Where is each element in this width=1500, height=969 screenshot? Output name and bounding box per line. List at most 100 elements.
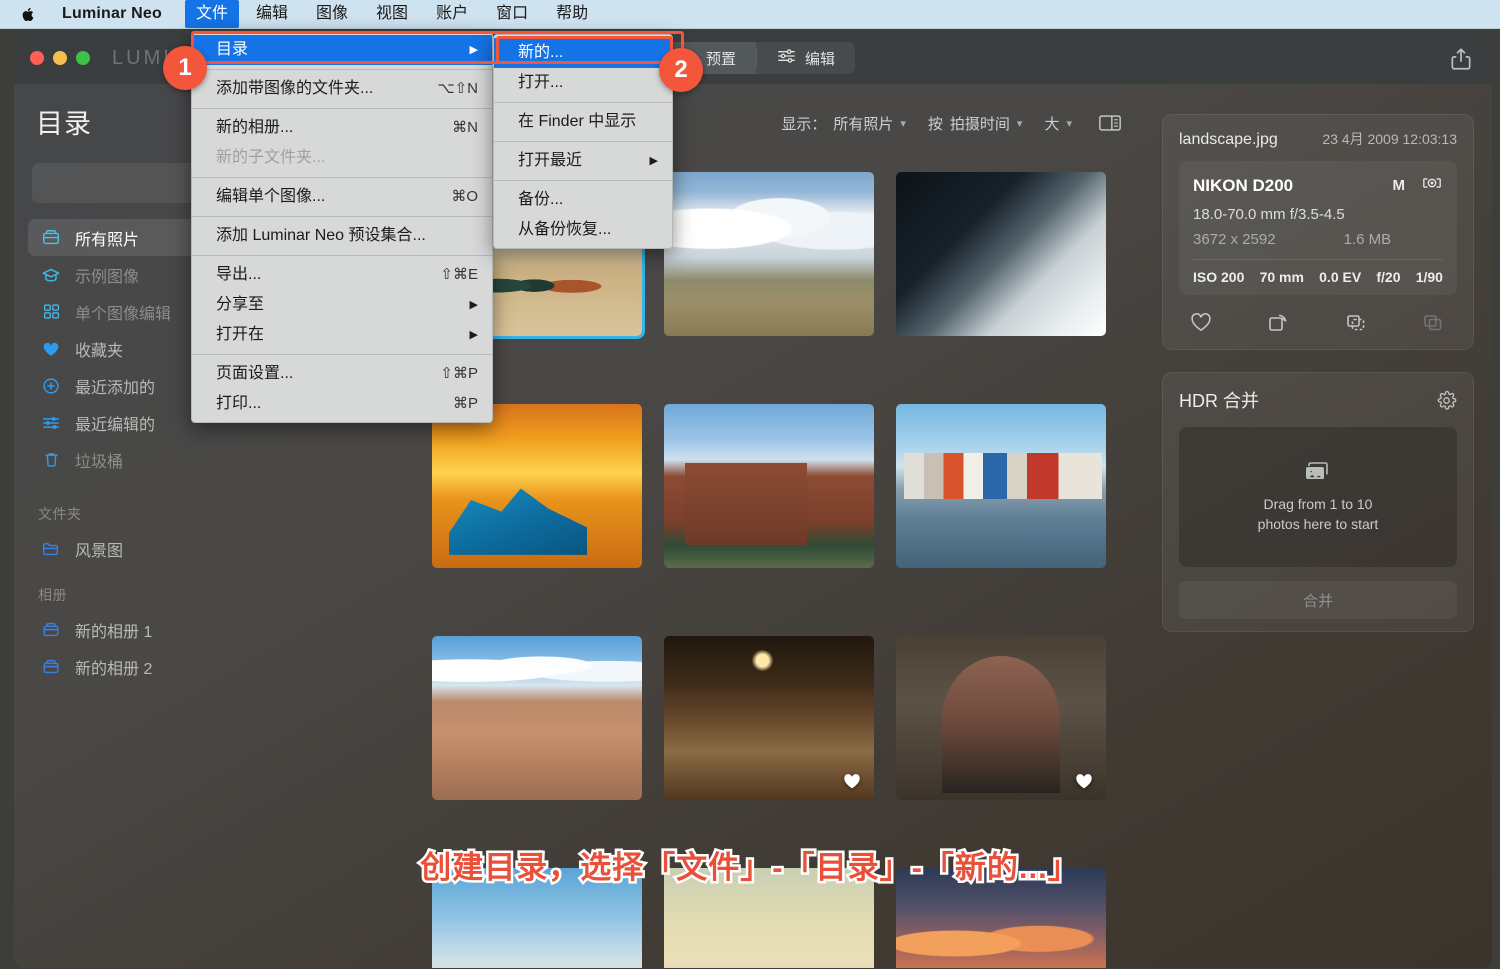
split-view-icon[interactable] (1098, 113, 1122, 133)
photo-thumbnail[interactable] (896, 636, 1106, 800)
hdr-merge-button[interactable]: 合并 (1179, 581, 1457, 619)
menu-item-new-album[interactable]: 新的相册... ⌘N (192, 113, 492, 143)
menu-item-catalog[interactable]: 目录 ▶ (192, 35, 492, 65)
menu-item-label: 打印... (216, 393, 261, 415)
menu-item-label: 添加带图像的文件夹... (216, 78, 373, 100)
sidebar-item-label: 垃圾桶 (75, 448, 123, 472)
menu-separator (494, 180, 672, 181)
catalog-icon (40, 227, 62, 249)
image-file-size: 1.6 MB (1344, 231, 1392, 248)
photo-thumbnail[interactable] (896, 404, 1106, 568)
catalog-submenu-dropdown[interactable]: 新的... 打开... 在 Finder 中显示 打开最近 ▶ 备份... 从备… (493, 34, 673, 249)
menu-item-label: 新的子文件夹... (216, 147, 325, 169)
photo-thumbnail[interactable] (432, 636, 642, 800)
minimize-button[interactable] (53, 51, 67, 65)
hdr-merge-card: HDR 合并 Drag from 1 to 10 photos here to … (1162, 372, 1474, 632)
photo-image (432, 636, 642, 800)
submenu-arrow-icon: ▶ (470, 294, 478, 316)
menu-item-add-preset-collection[interactable]: 添加 Luminar Neo 预设集合... (192, 221, 492, 251)
submenu-item-new[interactable]: 新的... (494, 38, 672, 68)
tab-edit[interactable]: 编辑 (757, 42, 855, 74)
heart-outline-icon[interactable] (1189, 311, 1215, 335)
filter-sort-prefix: 按 (928, 113, 943, 134)
submenu-item-open[interactable]: 打开... (494, 68, 672, 98)
camera-mode-group: M (1393, 173, 1444, 198)
menu-item-label: 打开最近 (518, 150, 582, 172)
camera-icon (1421, 173, 1443, 198)
sidebar-album-2[interactable]: 新的相册 2 (28, 648, 406, 685)
menubar-item-account[interactable]: 账户 (425, 0, 479, 28)
menu-item-shortcut: ⌘P (453, 393, 478, 415)
chevron-down-icon: ▾ (900, 117, 906, 130)
menubar-item-view[interactable]: 视图 (365, 0, 419, 28)
hdr-dropzone-line2: photos here to start (1258, 516, 1379, 532)
menu-item-label: 新的相册... (216, 117, 293, 139)
menu-item-add-folder-with-images[interactable]: 添加带图像的文件夹... ⌥⇧N (192, 74, 492, 104)
photo-thumbnail[interactable] (896, 172, 1106, 336)
menu-item-label: 导出... (216, 264, 261, 286)
photo-thumbnail[interactable] (664, 404, 874, 568)
sidebar-item-trash[interactable]: 垃圾桶 (28, 441, 406, 478)
rotate-icon[interactable] (1266, 311, 1292, 335)
menu-item-open-in[interactable]: 打开在 ▶ (192, 320, 492, 350)
sidebar-item-label: 所有照片 (75, 226, 139, 250)
menu-item-label: 打开在 (216, 324, 264, 346)
annotation-badge-label: 2 (674, 56, 687, 84)
filter-show[interactable]: 显示： 所有照片 ▾ (781, 113, 906, 134)
gear-icon[interactable] (1436, 390, 1457, 411)
submenu-arrow-icon: ▶ (470, 39, 478, 61)
filter-size[interactable]: 大 ▾ (1044, 113, 1072, 134)
hdr-dropzone-text: Drag from 1 to 10 photos here to start (1258, 494, 1379, 534)
menu-item-edit-single-image[interactable]: 编辑单个图像... ⌘O (192, 182, 492, 212)
exif-shutter-speed: 1/90 (1416, 269, 1443, 285)
photo-thumbnail[interactable] (664, 172, 874, 336)
menu-item-shortcut: ⌘O (451, 186, 478, 208)
exif-aperture: f/20 (1376, 269, 1400, 285)
photo-thumbnail[interactable] (432, 404, 642, 568)
menubar-item-image[interactable]: 图像 (305, 0, 359, 28)
menubar-item-file[interactable]: 文件 (185, 0, 239, 28)
menu-item-export[interactable]: 导出... ⇧⌘E (192, 260, 492, 290)
menubar-item-help[interactable]: 帮助 (545, 0, 599, 28)
menu-item-label: 备份... (518, 189, 563, 211)
exif-values-row: ISO 200 70 mm 0.0 EV f/20 1/90 (1193, 269, 1443, 285)
submenu-item-backup[interactable]: 备份... (494, 185, 672, 215)
sliders-icon (777, 48, 796, 68)
camera-row: NIKON D200 M (1193, 173, 1443, 198)
annotation-badge-label: 1 (178, 54, 191, 82)
menubar-app-name: Luminar Neo (62, 5, 162, 23)
menu-separator (192, 255, 492, 256)
photos-stack-icon (1303, 460, 1333, 484)
photo-thumbnail[interactable] (664, 636, 874, 800)
menu-item-page-setup[interactable]: 页面设置... ⇧⌘P (192, 359, 492, 389)
menu-item-print[interactable]: 打印... ⌘P (192, 389, 492, 419)
sidebar-album-1[interactable]: 新的相册 1 (28, 611, 406, 648)
submenu-arrow-icon: ▶ (650, 150, 658, 172)
menu-separator (192, 216, 492, 217)
filter-sort[interactable]: 按 拍摄时间 ▾ (928, 113, 1023, 134)
hdr-dropzone[interactable]: Drag from 1 to 10 photos here to start (1179, 427, 1457, 567)
menu-item-shortcut: ⌥⇧N (437, 78, 478, 100)
sidebar-folder-landscape[interactable]: 风景图 (28, 530, 406, 567)
image-dimensions: 3672 x 2592 (1193, 231, 1276, 248)
folder-icon (40, 538, 62, 560)
sliders-icon (40, 412, 62, 434)
favorite-heart-icon[interactable] (842, 771, 862, 790)
hdr-merge-button-label: 合并 (1303, 590, 1333, 611)
close-button[interactable] (30, 51, 44, 65)
submenu-item-restore-from-backup[interactable]: 从备份恢复... (494, 215, 672, 245)
submenu-item-open-recent[interactable]: 打开最近 ▶ (494, 146, 672, 176)
crop-duplicate-icon[interactable] (1344, 311, 1370, 335)
menu-item-share-to[interactable]: 分享至 ▶ (192, 290, 492, 320)
share-icon[interactable] (1448, 46, 1474, 72)
inspector-panel: landscape.jpg 23 4月 2009 12:03:13 NIKON … (1144, 84, 1492, 968)
dimensions-row: 3672 x 2592 1.6 MB (1193, 231, 1443, 248)
maximize-button[interactable] (76, 51, 90, 65)
apple-logo-icon[interactable] (18, 3, 38, 25)
menubar-item-window[interactable]: 窗口 (485, 0, 539, 28)
menubar-item-edit[interactable]: 编辑 (245, 0, 299, 28)
favorite-heart-icon[interactable] (1074, 771, 1094, 790)
file-menu-dropdown[interactable]: 目录 ▶ 添加带图像的文件夹... ⌥⇧N 新的相册... ⌘N 新的子文件夹.… (191, 31, 493, 423)
sidebar-item-label: 最近编辑的 (75, 411, 155, 435)
submenu-item-show-in-finder[interactable]: 在 Finder 中显示 (494, 107, 672, 137)
